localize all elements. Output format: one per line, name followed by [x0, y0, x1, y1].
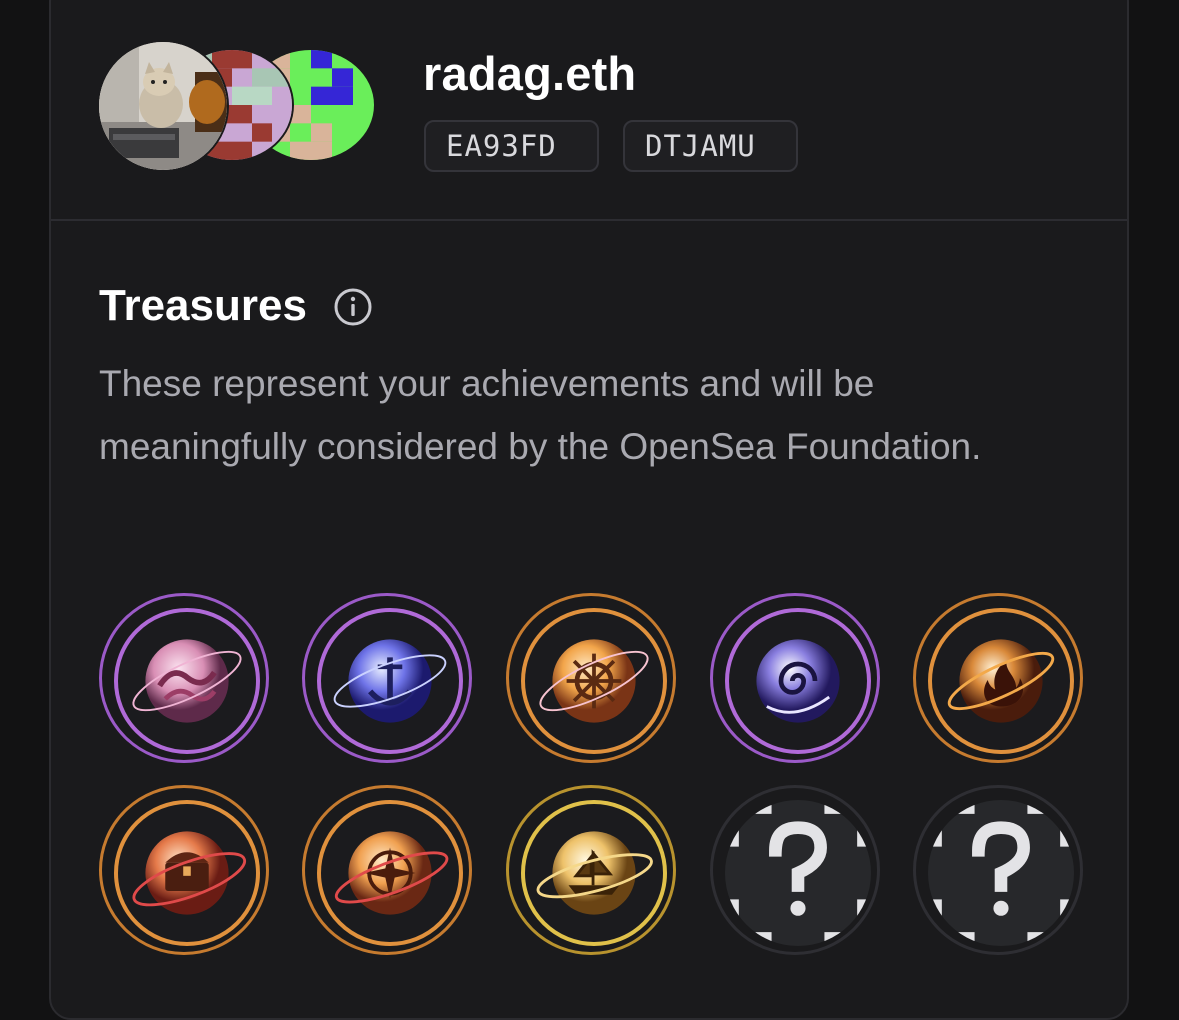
- ship-wheel-orb-icon: [521, 608, 667, 754]
- flame-orb-badge[interactable]: [913, 593, 1083, 763]
- treasures-description: These represent your achievements and wi…: [99, 363, 982, 467]
- ship-orb-badge[interactable]: [506, 785, 676, 955]
- cat-photo-avatar[interactable]: [99, 42, 227, 170]
- card-divider: [51, 219, 1127, 221]
- anchor-orb-badge[interactable]: [302, 593, 472, 763]
- info-icon[interactable]: [333, 287, 373, 327]
- username: radag.eth: [423, 47, 637, 100]
- treasure-chest-orb-badge[interactable]: [99, 785, 269, 955]
- address-tag-2[interactable]: DTJAMU: [623, 120, 798, 172]
- whirlpool-orb-icon: [725, 608, 871, 754]
- locked-badge-1[interactable]: [710, 785, 880, 955]
- compass-orb-badge[interactable]: [302, 785, 472, 955]
- compass-orb-icon: [317, 800, 463, 946]
- wave-orb-badge[interactable]: [99, 593, 269, 763]
- ship-wheel-orb-badge[interactable]: [506, 593, 676, 763]
- ship-orb-icon: [521, 800, 667, 946]
- treasures-title: Treasures: [99, 281, 307, 330]
- locked-badge-inner: [725, 800, 871, 946]
- flame-orb-icon: [928, 608, 1074, 754]
- unknown-badge-icon: [726, 801, 870, 945]
- anchor-orb-icon: [317, 608, 463, 754]
- address-tag-1[interactable]: EA93FD: [424, 120, 599, 172]
- whirlpool-orb-badge[interactable]: [710, 593, 880, 763]
- locked-badge-2[interactable]: [913, 785, 1083, 955]
- treasure-chest-orb-icon: [114, 800, 260, 946]
- wave-orb-icon: [114, 608, 260, 754]
- unknown-badge-icon: [929, 801, 1073, 945]
- locked-badge-inner: [928, 800, 1074, 946]
